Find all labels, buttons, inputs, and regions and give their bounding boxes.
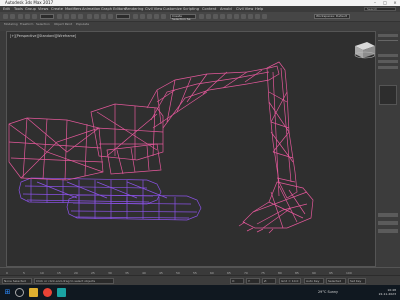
grid-readout: Grid = 10.0 <box>279 278 301 284</box>
workspace-select[interactable]: Workspaces: Default <box>314 14 350 19</box>
panel-button-4[interactable] <box>378 213 398 217</box>
taskbar: ⊞ 29°C Sunny 10:48 22-11-2023 <box>0 285 400 300</box>
align-icon[interactable] <box>206 14 211 19</box>
excavator-wireframe <box>8 42 375 234</box>
panel-button-2[interactable] <box>378 60 398 63</box>
window-crossing-icon[interactable] <box>78 14 83 19</box>
panel-button-3[interactable] <box>378 66 398 69</box>
layer-explorer-icon[interactable] <box>213 14 218 19</box>
undo-icon[interactable] <box>3 14 8 19</box>
percent-snap-icon[interactable] <box>154 14 159 19</box>
weather-widget[interactable]: 29°C Sunny <box>318 290 338 294</box>
place-icon[interactable] <box>108 14 113 19</box>
clock-date: 22-11-2023 <box>378 292 396 296</box>
rotate-icon[interactable] <box>94 14 99 19</box>
link-icon[interactable] <box>18 14 23 19</box>
panel-tab-create[interactable] <box>378 34 398 37</box>
selected-filter[interactable]: Selected <box>326 278 346 284</box>
command-panel <box>376 31 400 267</box>
named-selection-set-select[interactable]: Create Selection Se <box>170 14 196 21</box>
region-select-icon[interactable] <box>71 14 76 19</box>
spinner-snap-icon[interactable] <box>161 14 166 19</box>
curve-editor-icon[interactable] <box>227 14 232 19</box>
set-key-button[interactable]: Set Key <box>348 278 366 284</box>
ribbon-tab-populate[interactable]: Populate <box>76 23 89 26</box>
3ds-max-icon[interactable] <box>57 288 66 297</box>
rendered-frame-icon[interactable] <box>255 14 260 19</box>
panel-button-1[interactable] <box>378 54 398 57</box>
scale-icon[interactable] <box>101 14 106 19</box>
z-coordinate-field[interactable]: Z: <box>262 278 276 284</box>
auto-key-button[interactable]: Auto Key <box>304 278 324 284</box>
file-explorer-icon[interactable] <box>29 288 38 297</box>
select-by-name-icon[interactable] <box>64 14 69 19</box>
panel-button-5[interactable] <box>378 221 398 225</box>
redo-icon[interactable] <box>10 14 15 19</box>
ribbon-tab-freeform[interactable]: Freeform <box>20 23 33 26</box>
move-icon[interactable] <box>87 14 92 19</box>
browser-icon[interactable] <box>43 288 52 297</box>
graphite-icon[interactable] <box>220 14 225 19</box>
unlink-icon[interactable] <box>25 14 30 19</box>
bind-icon[interactable] <box>32 14 37 19</box>
snap-toggle-icon[interactable] <box>140 14 145 19</box>
system-clock[interactable]: 10:48 22-11-2023 <box>379 288 396 296</box>
windows-start-icon[interactable]: ⊞ <box>3 288 12 297</box>
selection-status: None Selected <box>2 278 32 284</box>
perspective-viewport[interactable]: [+][Perspective][Standard][Wireframe] <box>6 31 376 267</box>
search-input[interactable]: Search <box>364 7 396 11</box>
prompt-line: Click or click-and-drag to select object… <box>34 278 114 284</box>
angle-snap-icon[interactable] <box>147 14 152 19</box>
panel-button-6[interactable] <box>378 229 398 233</box>
ribbon-tab-selection[interactable]: Selection <box>36 23 50 26</box>
selection-filter-select[interactable] <box>40 14 54 19</box>
x-coordinate-field[interactable]: X: <box>230 278 244 284</box>
ribbon-tab-object-paint[interactable]: Object Paint <box>54 23 72 26</box>
schematic-view-icon[interactable] <box>234 14 239 19</box>
main-toolbar: Create Selection Se Workspaces: Default <box>0 12 400 22</box>
render-icon[interactable] <box>262 14 267 19</box>
panel-divider <box>378 40 398 41</box>
render-setup-icon[interactable] <box>248 14 253 19</box>
search-icon[interactable] <box>15 288 24 297</box>
material-editor-icon[interactable] <box>241 14 246 19</box>
y-coordinate-field[interactable]: Y: <box>246 278 260 284</box>
ribbon-tab-modeling[interactable]: Modeling <box>4 23 18 26</box>
select-icon[interactable] <box>57 14 62 19</box>
reference-coordinate-select[interactable] <box>116 14 130 19</box>
pivot-icon[interactable] <box>133 14 138 19</box>
mirror-icon[interactable] <box>199 14 204 19</box>
viewcube-icon <box>354 42 375 59</box>
panel-rollout <box>379 85 397 105</box>
